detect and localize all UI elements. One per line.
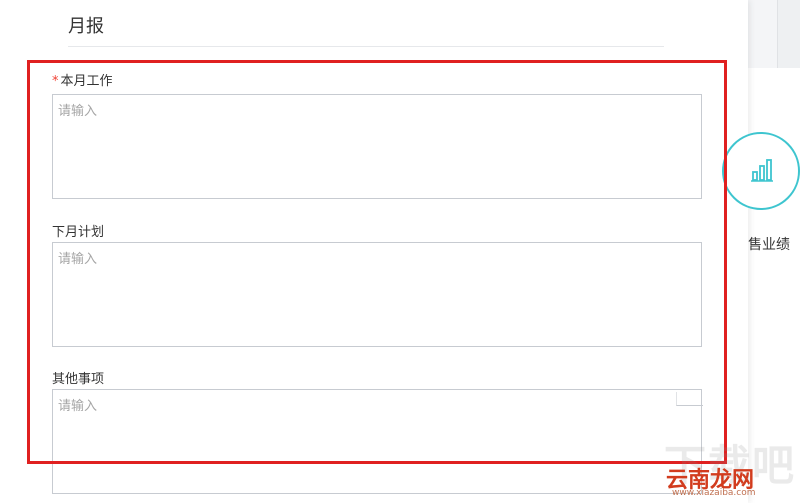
textarea-resize-hint	[676, 392, 703, 406]
other-matters-input[interactable]	[52, 389, 702, 494]
watermark-url: www.xiazaiba.com	[672, 488, 756, 498]
title-divider	[68, 46, 664, 47]
this-month-work-input[interactable]	[52, 94, 702, 199]
background-top-card-edge	[777, 0, 800, 68]
other-matters-label: 其他事项	[52, 372, 105, 387]
next-month-plan-input[interactable]	[52, 242, 702, 347]
this-month-work-label: * 本月工作	[52, 70, 113, 89]
required-asterisk: *	[52, 74, 59, 89]
sales-performance-label[interactable]: 售业绩	[748, 234, 790, 254]
dialog-title: 月报	[68, 16, 104, 37]
this-month-work-label-text: 本月工作	[60, 74, 113, 89]
bar-chart-icon	[751, 159, 773, 182]
next-month-plan-label: 下月计划	[52, 225, 105, 240]
